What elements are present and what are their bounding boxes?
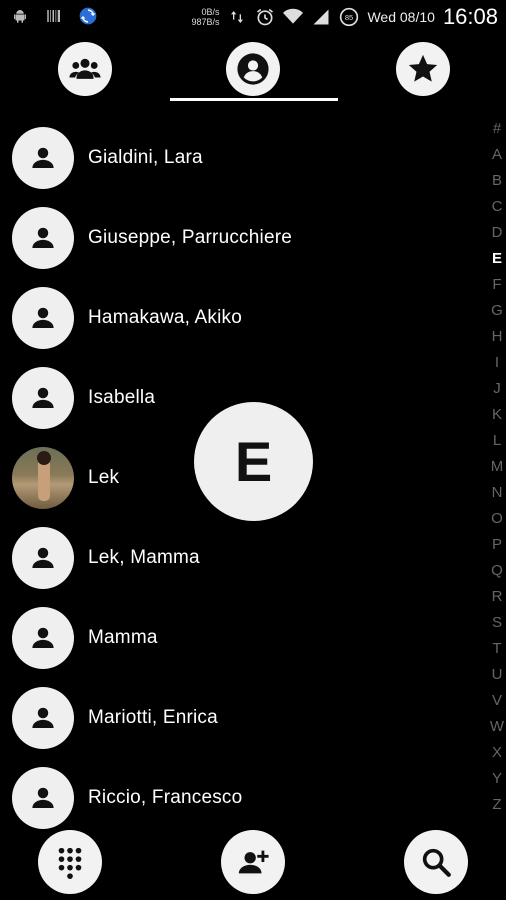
contact-name: Lek <box>88 467 120 488</box>
net-up-speed: 0B/s <box>201 7 220 17</box>
avatar <box>12 207 74 269</box>
index-letter[interactable]: P <box>488 532 506 558</box>
index-letter[interactable]: X <box>488 740 506 766</box>
index-letter[interactable]: Y <box>488 766 506 792</box>
person-icon <box>237 53 269 85</box>
contact-name: Gialdini, Lara <box>88 147 203 168</box>
avatar <box>12 367 74 429</box>
avatar <box>12 527 74 589</box>
android-icon <box>10 6 30 26</box>
index-letter[interactable]: N <box>488 480 506 506</box>
add-person-icon <box>238 850 269 874</box>
contact-row[interactable]: Lek, Mamma <box>0 518 480 598</box>
index-letter[interactable]: D <box>488 220 506 246</box>
avatar <box>12 127 74 189</box>
star-icon <box>408 54 438 82</box>
index-letter[interactable]: S <box>488 610 506 636</box>
status-time: 16:08 <box>442 4 498 29</box>
index-letter[interactable]: R <box>488 584 506 610</box>
contact-name: Hamakawa, Akiko <box>88 307 243 328</box>
tab-favorites[interactable] <box>396 42 450 96</box>
index-letter-bubble: E <box>194 402 313 521</box>
signal-icon <box>311 7 331 27</box>
index-letter[interactable]: J <box>488 376 506 402</box>
index-letter[interactable]: T <box>488 636 506 662</box>
alphabet-index[interactable]: # A B C D E F G H I J K L M N O P Q R S … <box>488 116 506 818</box>
contact-row[interactable]: Hamakawa, Akiko <box>0 278 480 358</box>
contact-row[interactable]: Gialdini, Lara <box>0 118 480 198</box>
data-arrows-icon <box>227 7 247 27</box>
person-icon <box>32 227 54 248</box>
index-letter[interactable]: L <box>488 428 506 454</box>
battery-level: 85 <box>345 13 353 22</box>
status-bar: 0B/s 987B/s 85 Wed 08/10 16:08 <box>0 0 506 36</box>
sync-icon <box>78 6 98 26</box>
index-letter[interactable]: B <box>488 168 506 194</box>
contact-name: Giuseppe, Parrucchiere <box>88 227 293 248</box>
index-letter[interactable]: K <box>488 402 506 428</box>
avatar <box>12 687 74 749</box>
battery-icon: 85 <box>339 7 359 27</box>
index-letter[interactable]: W <box>488 714 506 740</box>
status-date: Wed 08/10 <box>367 9 435 25</box>
index-letter[interactable]: Q <box>488 558 506 584</box>
person-icon <box>32 307 54 328</box>
index-letter[interactable]: C <box>488 194 506 220</box>
search-button[interactable] <box>404 830 468 894</box>
index-letter[interactable]: G <box>488 298 506 324</box>
index-letter[interactable]: F <box>488 272 506 298</box>
dialpad-button[interactable] <box>38 830 102 894</box>
person-icon <box>32 147 54 168</box>
contact-name: Mamma <box>88 627 158 648</box>
contact-row[interactable]: Riccio, Francesco <box>0 758 480 838</box>
person-icon <box>32 787 54 808</box>
tab-contacts[interactable] <box>226 42 280 96</box>
index-letter[interactable]: A <box>488 142 506 168</box>
tab-bar <box>0 36 506 104</box>
groups-icon <box>69 58 101 79</box>
index-letter[interactable]: M <box>488 454 506 480</box>
tab-selected-indicator <box>170 98 338 101</box>
index-letter[interactable]: H <box>488 324 506 350</box>
barcode-icon <box>44 6 64 26</box>
contact-row[interactable]: Giuseppe, Parrucchiere <box>0 198 480 278</box>
alarm-icon <box>255 7 275 27</box>
contact-name: Lek, Mamma <box>88 547 200 568</box>
index-letter[interactable]: I <box>488 350 506 376</box>
index-letter[interactable]: # <box>488 116 506 142</box>
wifi-icon <box>283 7 304 27</box>
add-contact-button[interactable] <box>221 830 285 894</box>
contact-row[interactable]: Mariotti, Enrica <box>0 678 480 758</box>
avatar <box>12 607 74 669</box>
search-icon <box>422 848 451 877</box>
index-letter-active[interactable]: E <box>488 246 506 272</box>
person-icon <box>32 547 54 568</box>
contact-row[interactable]: Mamma <box>0 598 480 678</box>
contact-name: Riccio, Francesco <box>88 787 243 808</box>
contact-name: Mariotti, Enrica <box>88 707 218 728</box>
avatar <box>12 767 74 829</box>
avatar-photo <box>12 447 74 509</box>
index-letter[interactable]: V <box>488 688 506 714</box>
tab-groups[interactable] <box>58 42 112 96</box>
contact-name: Isabella <box>88 387 156 408</box>
index-letter[interactable]: Z <box>488 792 506 818</box>
person-icon <box>32 707 54 728</box>
person-icon <box>32 627 54 648</box>
dialpad-icon <box>58 847 82 879</box>
index-letter[interactable]: O <box>488 506 506 532</box>
index-letter[interactable]: U <box>488 662 506 688</box>
net-down-speed: 987B/s <box>191 17 220 27</box>
avatar <box>12 287 74 349</box>
person-icon <box>32 387 54 408</box>
